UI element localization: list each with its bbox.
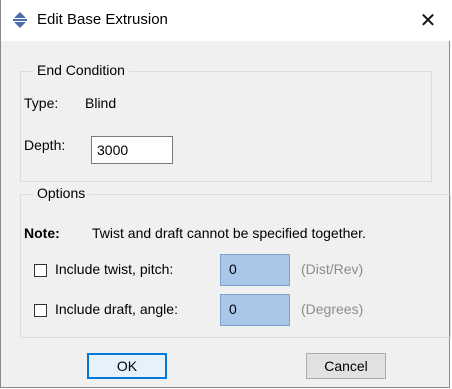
draft-unit-label: (Degrees) bbox=[301, 301, 364, 317]
edit-base-extrusion-dialog: Edit Base Extrusion ✕ End Condition Type… bbox=[0, 0, 451, 388]
dialog-title: Edit Base Extrusion bbox=[37, 11, 168, 28]
type-value: Blind bbox=[85, 95, 117, 111]
note-text: Twist and draft cannot be specified toge… bbox=[92, 225, 366, 241]
draft-angle-input[interactable]: 0 bbox=[220, 294, 290, 326]
include-twist-label[interactable]: Include twist, pitch: bbox=[55, 261, 173, 277]
include-twist-checkbox[interactable] bbox=[34, 264, 47, 277]
cancel-button[interactable]: Cancel bbox=[306, 353, 386, 379]
title-bar[interactable]: Edit Base Extrusion ✕ bbox=[1, 0, 451, 41]
type-label: Type: bbox=[24, 95, 59, 111]
options-legend: Options bbox=[33, 185, 90, 201]
ok-button-label: OK bbox=[116, 358, 138, 374]
twist-pitch-input[interactable]: 0 bbox=[220, 254, 290, 286]
twist-unit-label: (Dist/Rev) bbox=[301, 261, 364, 277]
cancel-button-label: Cancel bbox=[324, 358, 368, 374]
end-condition-group: End Condition bbox=[20, 62, 432, 182]
include-draft-label[interactable]: Include draft, angle: bbox=[55, 301, 178, 317]
ok-button[interactable]: OK bbox=[87, 353, 167, 379]
close-icon: ✕ bbox=[419, 10, 437, 32]
include-draft-checkbox[interactable] bbox=[34, 304, 47, 317]
depth-label: Depth: bbox=[24, 137, 66, 153]
close-button[interactable]: ✕ bbox=[405, 0, 451, 41]
note-label: Note: bbox=[24, 225, 60, 241]
end-condition-legend: End Condition bbox=[33, 62, 129, 78]
depth-input[interactable]: 3000 bbox=[91, 136, 173, 164]
diamond-arrows-icon bbox=[13, 12, 27, 28]
